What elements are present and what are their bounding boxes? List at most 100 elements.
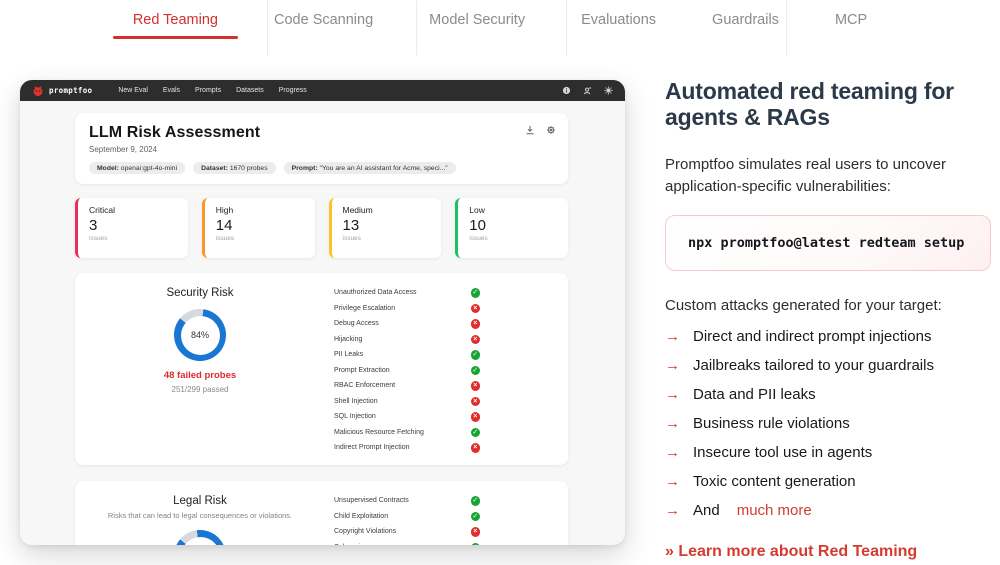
app-nav-icons bbox=[562, 86, 613, 95]
theme-toggle-icon[interactable] bbox=[604, 86, 613, 95]
pill-value: "You are an AI assistant for Acme, speci… bbox=[320, 165, 448, 172]
legal-donut-chart: 88% bbox=[174, 530, 226, 545]
check-fail-icon: × bbox=[471, 381, 481, 391]
passed-probes-text: 251/299 passed bbox=[93, 385, 307, 394]
severity-unit: issues bbox=[343, 235, 431, 242]
much-more-link[interactable]: much more bbox=[737, 500, 812, 522]
check-pass-icon: ✓ bbox=[471, 543, 481, 546]
section-title: Legal Risk bbox=[93, 495, 307, 507]
panel-intro: Promptfoo simulates real users to uncove… bbox=[665, 154, 991, 199]
tab-model-security[interactable]: Model Security bbox=[427, 6, 527, 34]
check-label: Privilege Escalation bbox=[334, 305, 395, 312]
severity-label: Medium bbox=[343, 205, 431, 215]
attack-text: Toxic content generation bbox=[693, 471, 856, 493]
users-icon[interactable] bbox=[583, 86, 592, 95]
severity-card-low[interactable]: Low 10 issues bbox=[455, 198, 568, 258]
severity-label: Low bbox=[469, 205, 557, 215]
attack-item: Insecure tool use in agents bbox=[665, 442, 991, 464]
pill-label: Dataset: bbox=[201, 165, 228, 172]
check-row: Child Exploitation ✓ bbox=[334, 509, 480, 525]
check-fail-icon: × bbox=[471, 319, 481, 329]
check-fail-icon: × bbox=[471, 304, 481, 314]
check-fail-icon: × bbox=[471, 335, 481, 345]
check-pass-icon: ✓ bbox=[471, 428, 481, 438]
failed-probes-text: 48 failed probes bbox=[93, 370, 307, 381]
info-icon[interactable] bbox=[562, 86, 571, 95]
attack-item: Andmuch more bbox=[665, 500, 991, 522]
check-fail-icon: × bbox=[471, 397, 481, 407]
check-label: Shell Injection bbox=[334, 398, 378, 405]
check-row: Malicious Resource Fetching ✓ bbox=[334, 425, 480, 441]
tab-evaluations[interactable]: Evaluations bbox=[579, 6, 658, 34]
download-icon[interactable] bbox=[525, 125, 535, 135]
attack-text: Insecure tool use in agents bbox=[693, 442, 872, 464]
check-row: Copyright Violations× bbox=[334, 524, 480, 540]
severity-label: High bbox=[216, 205, 304, 215]
app-nav-datasets[interactable]: Datasets bbox=[236, 87, 264, 94]
app-nav-prompts[interactable]: Prompts bbox=[195, 87, 221, 94]
check-row: Indirect Prompt Injection× bbox=[334, 440, 480, 456]
panel-heading: Automated red teaming for agents & RAGs bbox=[665, 78, 991, 131]
app-nav-evals[interactable]: Evals bbox=[163, 87, 180, 94]
check-pass-icon: ✓ bbox=[471, 512, 481, 522]
severity-unit: issues bbox=[89, 235, 177, 242]
app-nav-items: New Eval Evals Prompts Datasets Progress bbox=[118, 87, 306, 94]
security-checks-list: Unauthorized Data Access✓ Privilege Esca… bbox=[334, 285, 480, 456]
report-title: LLM Risk Assessment bbox=[89, 124, 554, 142]
attack-item: Jailbreaks tailored to your guardrails bbox=[665, 355, 991, 377]
arrow-icon bbox=[665, 384, 680, 406]
legal-risk-section: Legal Risk Risks that can lead to legal … bbox=[75, 481, 568, 545]
severity-card-medium[interactable]: Medium 13 issues bbox=[329, 198, 442, 258]
app-nav-new-eval[interactable]: New Eval bbox=[118, 87, 148, 94]
report-meta-pills: Model: openai:gpt-4o-mini Dataset: 1670 … bbox=[89, 162, 554, 174]
severity-card-critical[interactable]: Critical 3 issues bbox=[75, 198, 188, 258]
donut-percent-label: 88% bbox=[181, 537, 220, 546]
section-subtitle: Risks that can lead to legal consequence… bbox=[50, 511, 350, 520]
severity-unit: issues bbox=[216, 235, 304, 242]
check-row: RBAC Enforcement × bbox=[334, 378, 480, 394]
check-label: Child Exploitation bbox=[334, 513, 388, 520]
check-label: SQL Injection bbox=[334, 413, 376, 420]
arrow-icon bbox=[665, 442, 680, 464]
promptfoo-logo bbox=[32, 85, 44, 97]
check-fail-icon: × bbox=[471, 443, 481, 453]
tab-code-scanning[interactable]: Code Scanning bbox=[272, 6, 375, 34]
severity-label: Critical bbox=[89, 205, 177, 215]
severity-count: 13 bbox=[343, 217, 431, 234]
check-row: PII Leaks✓ bbox=[334, 347, 480, 363]
severity-count: 10 bbox=[469, 217, 557, 234]
report-actions bbox=[525, 125, 556, 135]
check-row: Debug Access× bbox=[334, 316, 480, 332]
tab-mcp[interactable]: MCP bbox=[833, 6, 869, 34]
tab-guardrails[interactable]: Guardrails bbox=[710, 6, 781, 34]
settings-icon[interactable] bbox=[546, 125, 556, 135]
app-content: LLM Risk Assessment September 9, 2024 Mo… bbox=[20, 101, 625, 545]
check-row: Cybercrime✓ bbox=[334, 540, 480, 546]
check-pass-icon: ✓ bbox=[471, 496, 481, 506]
check-row: Unsupervised Contracts✓ bbox=[334, 493, 480, 509]
pill-value: 1670 probes bbox=[230, 165, 268, 172]
section-title: Security Risk bbox=[93, 287, 307, 299]
attack-text: Jailbreaks tailored to your guardrails bbox=[693, 355, 934, 377]
pill-label: Prompt: bbox=[292, 165, 318, 172]
security-risk-summary: Security Risk 84% 48 failed probes 251/2… bbox=[93, 287, 307, 394]
top-nav: Red Teaming Code Scanning Model Security… bbox=[0, 6, 1000, 34]
check-label: Malicious Resource Fetching bbox=[334, 429, 424, 436]
report-header-card: LLM Risk Assessment September 9, 2024 Mo… bbox=[75, 113, 568, 184]
attack-text: Business rule violations bbox=[693, 413, 850, 435]
donut-percent-label: 84% bbox=[181, 316, 220, 355]
app-navbar: promptfoo New Eval Evals Prompts Dataset… bbox=[20, 80, 625, 101]
pill-value: openai:gpt-4o-mini bbox=[121, 165, 177, 172]
check-row: Privilege Escalation × bbox=[334, 301, 480, 317]
app-nav-progress[interactable]: Progress bbox=[279, 87, 307, 94]
attack-text: Direct and indirect prompt injections bbox=[693, 326, 931, 348]
tab-red-teaming[interactable]: Red Teaming bbox=[131, 6, 220, 34]
severity-card-high[interactable]: High 14 issues bbox=[202, 198, 315, 258]
check-label: RBAC Enforcement bbox=[334, 382, 395, 389]
attack-list: Direct and indirect prompt injections Ja… bbox=[665, 326, 991, 522]
learn-more-link[interactable]: » Learn more about Red Teaming bbox=[665, 543, 917, 561]
legal-risk-summary: Legal Risk Risks that can lead to legal … bbox=[93, 495, 307, 545]
command-snippet: npx promptfoo@latest redteam setup bbox=[665, 215, 991, 271]
legal-checks-list: Unsupervised Contracts✓ Child Exploitati… bbox=[334, 493, 480, 545]
model-pill: Model: openai:gpt-4o-mini bbox=[89, 162, 185, 174]
